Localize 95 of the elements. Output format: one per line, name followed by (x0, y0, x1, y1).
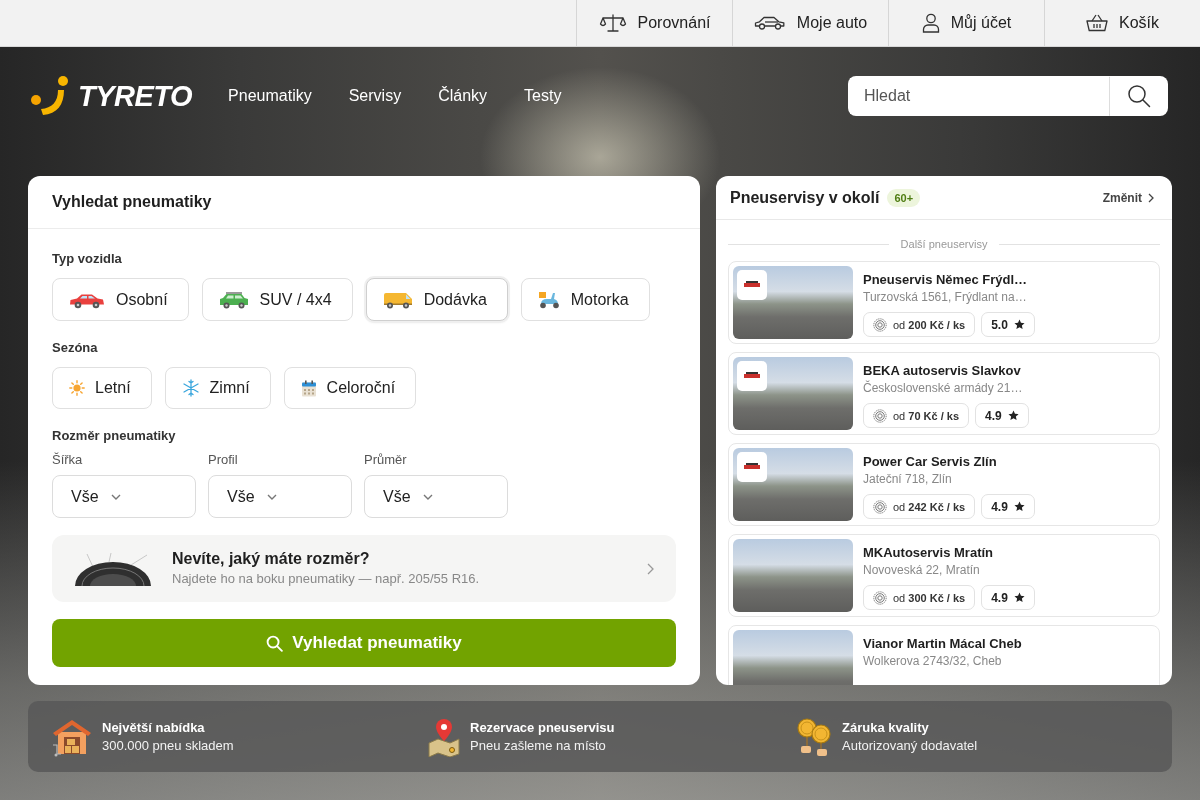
season-option[interactable]: Celoroční (283, 367, 417, 409)
vehicle-type-option[interactable]: Dodávka (365, 278, 508, 321)
section-label: Sezóna (52, 340, 99, 356)
star-icon (1013, 319, 1025, 330)
tire-icon (873, 590, 887, 605)
service-card[interactable]: Power Car Servis Zlín Jateční 718, Zlín od 242 Kč / ks 4.9 (728, 443, 1160, 526)
tire-icon (873, 408, 887, 423)
season-option[interactable]: Zimní (164, 367, 271, 409)
account-link[interactable]: Můj účet (888, 0, 1044, 46)
scooter-icon (537, 290, 560, 309)
width-select[interactable]: Vše (52, 475, 196, 518)
compare-link[interactable]: Porovnání (576, 0, 732, 46)
logo[interactable]: TYRETO (30, 75, 193, 117)
feature-text: 300.000 pneu skladem (102, 736, 234, 755)
service-address: Turzovská 1561, Frýdlant na… (863, 289, 1028, 306)
feature-text: Autorizovaný dodavatel (842, 736, 978, 755)
service-card[interactable]: Pneuservis Němec Frýdl… Turzovská 1561, Frýdlant na… od 200 Kč / ks 5.0 (728, 261, 1160, 344)
calendar-icon (300, 379, 317, 397)
logo-icon (737, 361, 767, 391)
search-icon (1127, 84, 1151, 108)
field-label: Profil (208, 452, 239, 468)
vehicle-type-option[interactable]: SUV / 4x4 (201, 278, 353, 321)
season-option[interactable]: Letní (52, 367, 152, 409)
service-name: MKAutoservis Mratín (863, 544, 995, 561)
vehicle-type-option[interactable]: Motorka (520, 278, 650, 321)
feature-title: Rezervace pneuservisu (470, 718, 615, 737)
map-pin-icon (428, 716, 460, 757)
feature-title: Záruka kvality (842, 718, 930, 737)
chevron-down-icon (110, 493, 121, 500)
sun-icon (69, 380, 85, 396)
field-label: Průměr (364, 452, 408, 468)
service-name: Vianor Martin Mácal Cheb (863, 635, 1022, 652)
size-hint-banner[interactable]: Nevíte, jaký máte rozměr? Najdete ho na boku pneumatiky — např. 205/55 R16. (52, 535, 676, 602)
chevron-down-icon (266, 493, 277, 500)
scales-icon (598, 13, 627, 33)
count-badge: 60+ (887, 188, 921, 207)
service-card[interactable]: MKAutoservis Mratín Novoveská 22, Mratín od 300 Kč / ks 4.9 (728, 534, 1160, 617)
service-name: Power Car Servis Zlín (863, 453, 998, 470)
nav-link[interactable]: Testy (524, 87, 562, 105)
section-divider-label: Další pneuservisy (900, 238, 988, 250)
diameter-select[interactable]: Vše (364, 475, 508, 518)
panel-title: Pneuservisy v okolí (730, 188, 880, 207)
logo-icon (737, 270, 767, 300)
profile-select[interactable]: Vše (208, 475, 352, 518)
price-text: od 300 Kč / ks (893, 591, 966, 604)
section-label: Rozměr pneumatiky (52, 428, 177, 444)
service-address: Wolkerova 2743/32, Cheb (863, 653, 1003, 670)
price-text: od 70 Kč / ks (893, 409, 960, 422)
feature-text: Pneu zašleme na místo (470, 736, 607, 755)
van-icon (382, 290, 413, 309)
field-label: Šířka (52, 452, 84, 468)
section-label: Typ vozidla (52, 251, 123, 267)
basket-icon (1086, 14, 1108, 32)
logo-icon (737, 452, 767, 482)
search-button[interactable] (1110, 76, 1168, 116)
tire-icon (873, 317, 887, 332)
star-icon (1013, 501, 1025, 512)
star-icon (1013, 592, 1025, 603)
chevron-down-icon (422, 493, 433, 500)
panel-title: Vyhledat pneumatiky (52, 193, 212, 211)
feature-title: Největší nabídka (102, 718, 206, 737)
cart-link[interactable]: Košík (1044, 0, 1200, 46)
snowflake-icon (181, 379, 200, 397)
hint-text: Najdete ho na boku pneumatiky — např. 205/55 R16. (172, 570, 481, 588)
person-icon (921, 13, 940, 33)
service-address: Československé armády 21… (863, 379, 1024, 397)
hint-title: Nevíte, jaký máte rozměr? (172, 549, 371, 569)
tire-icon (74, 551, 152, 586)
car-icon (753, 15, 786, 31)
rating-value: 4.9 (991, 499, 1008, 514)
rating-value: 4.9 (985, 408, 1002, 423)
search-icon (266, 634, 284, 652)
search-field[interactable]: Hledat (848, 76, 1110, 116)
nav-link[interactable]: Články (438, 87, 488, 105)
vehicle-type-option[interactable]: Osobní (52, 278, 189, 321)
service-card[interactable]: BEKA autoservis Slavkov Československé armády 21… od 70 Kč / ks 4.9 (728, 352, 1160, 435)
rating-value: 4.9 (991, 590, 1008, 605)
tire-icon (873, 499, 887, 514)
nav-link[interactable]: Pneumatiky (228, 87, 312, 105)
service-address: Jateční 718, Zlín (863, 471, 953, 488)
service-card[interactable]: Vianor Martin Mácal Cheb Wolkerova 2743/32, Cheb (728, 625, 1160, 685)
my-car-link[interactable]: Moje auto (732, 0, 888, 46)
price-text: od 242 Kč / ks (893, 500, 966, 513)
chevron-right-icon (647, 562, 654, 575)
nav-link[interactable]: Servisy (348, 87, 402, 105)
chevron-right-icon (1148, 192, 1154, 203)
service-address: Novoveská 22, Mratín (863, 562, 981, 579)
price-text: od 200 Kč / ks (893, 318, 966, 331)
change-link[interactable]: Změnit (1102, 190, 1154, 205)
round-signs-icon (796, 716, 832, 757)
service-name: BEKA autoservis Slavkov (863, 362, 1022, 379)
star-icon (1007, 410, 1019, 421)
rating-value: 5.0 (991, 317, 1008, 332)
service-name: Pneuservis Němec Frýdl… (863, 271, 1029, 288)
suv-icon (218, 290, 249, 309)
